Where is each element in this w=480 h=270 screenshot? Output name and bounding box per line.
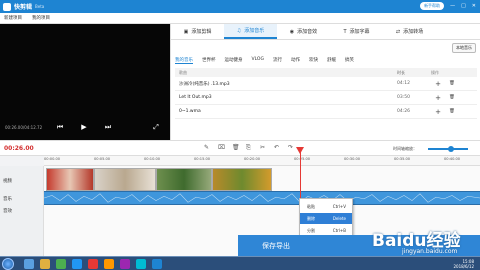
system-clock[interactable]: 15:08 2018/6/12	[453, 259, 474, 269]
pen-icon[interactable]: ✎	[204, 144, 209, 151]
redo-icon[interactable]: ↷	[288, 144, 293, 151]
delete-icon[interactable]: 🗑	[232, 144, 240, 151]
tab-add-music[interactable]: ♫ 添加音乐	[224, 24, 277, 39]
taskbar-app-icon[interactable]	[24, 259, 34, 269]
waveform	[44, 193, 480, 203]
taskbar-app-icon[interactable]	[88, 259, 98, 269]
minimize-icon[interactable]: —	[450, 3, 455, 9]
category-item[interactable]: 欢快	[309, 57, 318, 64]
close-icon[interactable]: ✕	[472, 3, 476, 9]
edit-toolbar: 00:26.00 ✎ ⌧ 🗑 ⎘ ✂ ↶ ↷ 时间轴缩放：	[0, 140, 480, 156]
zoom-slider-handle[interactable]	[448, 146, 454, 152]
video-track-label: 视频	[3, 179, 12, 184]
song-name: Let It Out.mp3	[179, 95, 212, 100]
music-categories: 我的音乐 世界杯 运动健身 VLOG 流行 动作 欢快 舒缓 搞笑	[175, 57, 354, 64]
category-item[interactable]: 世界杯	[202, 57, 216, 64]
trash-icon[interactable]: 🗑	[445, 95, 459, 100]
help-button[interactable]: 新手帮助	[420, 2, 445, 10]
tab-add-clip[interactable]: ▣ 添加剪辑	[171, 24, 224, 39]
tab-add-subtitle[interactable]: T 添加字幕	[330, 24, 383, 39]
new-project-button[interactable]: 新建项目	[4, 15, 22, 21]
fullscreen-icon[interactable]: ⤢	[152, 123, 160, 131]
add-icon[interactable]: +	[431, 80, 445, 88]
taskbar-app-icon[interactable]	[136, 259, 146, 269]
taskbar: 15:08 2018/6/12	[0, 256, 480, 270]
song-row[interactable]: 0~1.wma 04:26 + 🗑	[175, 105, 477, 119]
video-preview[interactable]: 00:26.00/04:12.72 ⏮ ▶ ⏭ ⤢	[0, 24, 170, 140]
play-icon[interactable]: ▶	[80, 123, 88, 131]
zoom-slider[interactable]	[428, 146, 468, 152]
split-icon[interactable]: ✂	[260, 144, 265, 151]
video-clip[interactable]	[94, 168, 156, 191]
app-badge: Beta	[35, 4, 45, 9]
app-window: 快剪辑 Beta 新手帮助 — □ ✕ 新建项目 我的项目 00:26.00/0…	[0, 0, 480, 256]
title-bar: 快剪辑 Beta 新手帮助 — □ ✕	[0, 0, 480, 13]
music-track-label: 音乐	[3, 197, 12, 202]
taskbar-app-icon[interactable]	[152, 259, 162, 269]
start-button[interactable]	[2, 258, 14, 270]
film-icon: ▣	[183, 28, 189, 35]
music-clip[interactable]	[44, 191, 480, 205]
song-name: 0~1.wma	[179, 109, 201, 114]
maximize-icon[interactable]: □	[461, 3, 466, 9]
copy-icon[interactable]: ⎘	[246, 144, 251, 152]
track-headers: 视频 音乐 音效	[0, 166, 44, 256]
menu-item-paste[interactable]: 粘贴 Ctrl+V	[300, 201, 352, 212]
category-item[interactable]: VLOG	[252, 57, 264, 64]
song-duration: 04:12	[397, 81, 410, 86]
preview-time: 00:26.00/04:12.72	[5, 125, 43, 130]
category-item[interactable]: 动作	[291, 57, 300, 64]
watermark-url: jingyan.baidu.com	[402, 248, 458, 255]
menu-item-delete[interactable]: 删除 Delete	[300, 213, 352, 224]
taskbar-app-icon[interactable]	[56, 259, 66, 269]
music-icon: ♫	[236, 27, 242, 34]
video-clip[interactable]	[212, 168, 272, 191]
tab-add-sfx[interactable]: ◉ 添加音效	[277, 24, 330, 39]
transition-icon: ⇄	[395, 28, 401, 35]
tab-add-transition[interactable]: ⇄ 添加转场	[383, 24, 436, 39]
timeline-ruler[interactable]: 00:00.00 00:05.00 00:10.00 00:15.00 00:2…	[44, 156, 480, 166]
category-item[interactable]: 运动健身	[225, 57, 243, 64]
media-panel: ▣ 添加剪辑 ♫ 添加音乐 ◉ 添加音效 T 添加字幕 ⇄ 添加转场 本地音乐 我的音乐 …	[170, 24, 480, 140]
song-list-header: 歌曲 时长 操作	[175, 68, 477, 77]
zoom-label: 时间轴缩放：	[393, 146, 417, 151]
song-row[interactable]: 沙洲冷(纯音乐) .13.mp3 04:12 + 🗑	[175, 77, 477, 91]
my-projects-button[interactable]: 我的项目	[32, 15, 50, 21]
menu-bar: 新建项目 我的项目	[0, 13, 480, 24]
app-title: 快剪辑	[14, 4, 33, 11]
taskbar-app-icon[interactable]	[40, 259, 50, 269]
add-icon[interactable]: +	[431, 94, 445, 102]
song-duration: 03:50	[397, 95, 410, 100]
taskbar-app-icon[interactable]	[72, 259, 82, 269]
song-name: 沙洲冷(纯音乐) .13.mp3	[179, 81, 230, 87]
crop-icon[interactable]: ⌧	[218, 144, 225, 151]
prev-icon[interactable]: ⏮	[56, 123, 64, 131]
next-icon[interactable]: ⏭	[104, 123, 112, 131]
local-music-button[interactable]: 本地音乐	[452, 43, 476, 53]
sfx-track-label: 音效	[3, 209, 12, 214]
category-item[interactable]: 流行	[273, 57, 282, 64]
category-item[interactable]: 舒缓	[327, 57, 336, 64]
taskbar-app-icon[interactable]	[120, 259, 130, 269]
text-icon: T	[343, 28, 347, 35]
current-time: 00:26.00	[4, 145, 34, 152]
app-logo-icon	[3, 2, 11, 11]
video-clip[interactable]	[46, 168, 94, 191]
taskbar-app-icon[interactable]	[104, 259, 114, 269]
sound-icon: ◉	[289, 28, 295, 35]
undo-icon[interactable]: ↶	[274, 144, 279, 151]
add-icon[interactable]: +	[431, 108, 445, 116]
video-clip[interactable]	[156, 168, 212, 191]
trash-icon[interactable]: 🗑	[445, 81, 459, 86]
category-item[interactable]: 搞笑	[345, 57, 354, 64]
trash-icon[interactable]: 🗑	[445, 109, 459, 114]
tab-bar: ▣ 添加剪辑 ♫ 添加音乐 ◉ 添加音效 T 添加字幕 ⇄ 添加转场	[171, 24, 480, 40]
song-duration: 04:26	[397, 109, 410, 114]
category-my-music[interactable]: 我的音乐	[175, 57, 193, 64]
song-row[interactable]: Let It Out.mp3 03:50 + 🗑	[175, 91, 477, 105]
